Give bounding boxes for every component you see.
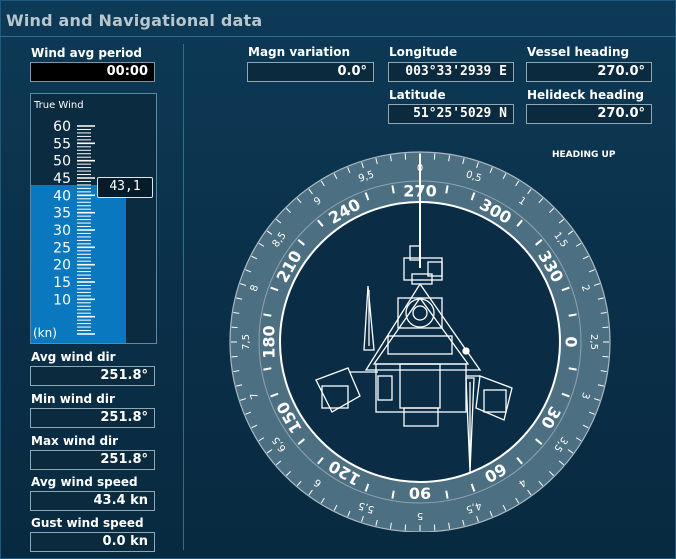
wind-scale-label: 35 xyxy=(53,206,71,222)
compass-inner-tick xyxy=(263,367,272,371)
compass-inner-tick xyxy=(391,490,395,499)
compass-inner-tick xyxy=(445,490,449,499)
latitude-field[interactable]: 51°25'5029 N xyxy=(388,104,514,124)
wind-scale-label: 45 xyxy=(53,171,71,187)
true-wind-title: True Wind xyxy=(34,100,84,111)
true-wind-unit: (kn) xyxy=(33,326,57,340)
wind-scale-label: 20 xyxy=(53,258,71,274)
true-wind-value: 43,1 xyxy=(97,176,153,198)
longitude-field[interactable]: 003°33'2939 E xyxy=(388,62,514,82)
compass-inner-tick xyxy=(445,185,449,194)
max-wind-dir-label: Max wind dir xyxy=(31,434,119,448)
wind-avg-period-label: Wind avg period xyxy=(31,46,142,60)
compass-outer-label: 2,5 xyxy=(588,334,599,350)
avg-wind-speed-field[interactable]: 43.4 kn xyxy=(30,491,155,511)
min-wind-dir-field[interactable]: 251.8° xyxy=(30,408,155,428)
true-wind-scale: 6055 504540 353025 201510 xyxy=(53,119,95,335)
avg-wind-dir-field[interactable]: 251.8° xyxy=(30,366,155,386)
wind-scale-label: 60 xyxy=(53,119,71,135)
compass-heading-label: 0 xyxy=(562,336,581,347)
wind-scale-label: 10 xyxy=(53,292,71,308)
column-divider xyxy=(183,44,184,550)
compass-rose: 00,511,522,533,544,555,566,577,588,599,5… xyxy=(229,151,611,532)
compass-inner-tick xyxy=(568,367,577,371)
wind-scale-label: 30 xyxy=(53,223,71,239)
compass-heading-label: 270 xyxy=(403,182,436,201)
wind-scale-label: 50 xyxy=(53,154,71,170)
avg-wind-dir-label: Avg wind dir xyxy=(31,350,116,364)
title-divider xyxy=(0,36,676,37)
magn-variation-field[interactable]: 0.0° xyxy=(247,62,374,82)
compass-heading-label: 90 xyxy=(409,484,431,503)
compass-inner-tick xyxy=(391,185,395,194)
compass-outer-label: 7,5 xyxy=(241,334,252,350)
vessel-heading-field[interactable]: 270.0° xyxy=(526,62,652,82)
compass-outer-label: 5 xyxy=(417,510,423,521)
helideck-heading-label: Helideck heading xyxy=(527,88,645,102)
wind-scale-label: 15 xyxy=(53,275,71,291)
compass-inner-tick xyxy=(568,313,577,317)
wind-scale-label: 55 xyxy=(53,136,71,152)
compass-heading-label: 180 xyxy=(260,325,279,358)
compass-inner-tick xyxy=(263,313,272,317)
magn-variation-label: Magn variation xyxy=(248,45,351,59)
window-title: Wind and Navigational data xyxy=(6,11,263,30)
gust-wind-speed-field[interactable]: 0.0 kn xyxy=(30,532,155,552)
wind-scale-label: 40 xyxy=(53,188,71,204)
avg-wind-speed-label: Avg wind speed xyxy=(31,475,138,489)
min-wind-dir-label: Min wind dir xyxy=(31,392,115,406)
vessel-heading-label: Vessel heading xyxy=(527,45,630,59)
longitude-label: Longitude xyxy=(389,45,458,59)
latitude-label: Latitude xyxy=(389,88,446,102)
true-wind-gauge: 60 55 50 45 40 35 30 25 20 15 10 True Wind 43,1 (k… xyxy=(30,93,157,344)
max-wind-dir-field[interactable]: 251.8° xyxy=(30,450,155,470)
helideck-heading-field[interactable]: 270.0° xyxy=(526,104,652,124)
gust-wind-speed-label: Gust wind speed xyxy=(31,516,144,530)
compass-outer-label: 0 xyxy=(417,163,423,174)
wind-avg-period-field[interactable]: 00:00 xyxy=(30,62,155,82)
wind-scale-label: 25 xyxy=(53,240,71,256)
